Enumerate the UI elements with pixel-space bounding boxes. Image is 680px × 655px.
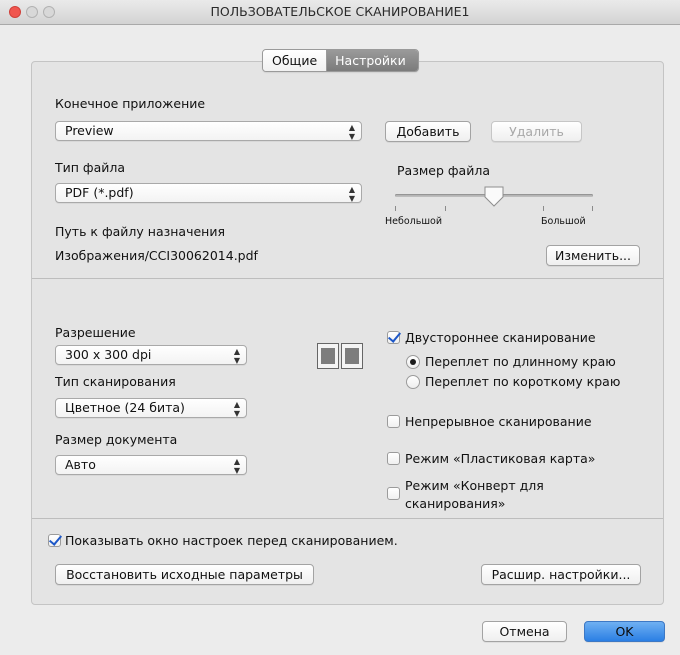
change-path-button[interactable]: Изменить... [546,245,640,266]
file-type-label: Тип файла [55,160,126,175]
duplex-label: Двустороннее сканирование [405,330,596,345]
show-settings-label: Показывать окно настроек перед сканирова… [65,533,398,548]
tab-general[interactable]: Общие [263,50,328,71]
scan-type-value: Цветное (24 бита) [65,400,185,415]
section-divider [32,518,663,519]
popup-arrows-icon: ▲ ▼ [233,457,240,475]
show-settings-checkbox[interactable] [48,534,61,547]
scan-type-popup[interactable]: Цветное (24 бита) ▲ ▼ [55,398,247,418]
slider-tick [395,206,396,211]
slider-tick [445,206,446,211]
envelope-checkbox[interactable] [387,487,400,500]
duplex-page-right-icon [341,343,363,369]
doc-size-popup[interactable]: Авто ▲ ▼ [55,455,247,475]
duplex-page-left-icon [317,343,339,369]
target-app-value: Preview [65,123,114,138]
envelope-label-line1: Режим «Конверт для [405,478,544,493]
tab-bar: Общие Настройки [262,49,419,72]
target-app-label: Конечное приложение [55,96,206,111]
title-bar: ПОЛЬЗОВАТЕЛЬСКОЕ СКАНИРОВАНИЕ1 [0,0,680,25]
envelope-label-line2: сканирования» [405,496,506,511]
advanced-settings-button[interactable]: Расшир. настройки... [481,564,641,585]
window-title: ПОЛЬЗОВАТЕЛЬСКОЕ СКАНИРОВАНИЕ1 [210,4,470,19]
cancel-button[interactable]: Отмена [482,621,567,642]
tab-settings[interactable]: Настройки [327,50,418,71]
section-divider [32,278,663,279]
slider-tick [543,206,544,211]
long-edge-label: Переплет по длинному краю [425,354,616,369]
file-size-thumb[interactable] [483,185,505,209]
doc-size-value: Авто [65,457,96,472]
long-edge-radio[interactable] [406,355,420,369]
short-edge-radio[interactable] [406,375,420,389]
file-size-min-label: Небольшой [385,216,443,227]
doc-size-label: Размер документа [55,432,178,447]
target-app-popup[interactable]: Preview ▲ ▼ [55,121,362,141]
dest-path-label: Путь к файлу назначения [55,224,225,239]
remove-app-button[interactable]: Удалить [491,121,582,142]
dest-path-value: Изображения/CCI30062014.pdf [55,248,258,263]
add-app-button[interactable]: Добавить [385,121,471,142]
restore-defaults-button[interactable]: Восстановить исходные параметры [55,564,314,585]
slider-tick [592,206,593,211]
file-size-label: Размер файла [397,163,490,178]
resolution-popup[interactable]: 300 x 300 dpi ▲ ▼ [55,345,247,365]
file-type-value: PDF (*.pdf) [65,185,134,200]
popup-arrows-icon: ▲ ▼ [348,123,355,141]
plastic-card-label: Режим «Пластиковая карта» [405,451,596,466]
continuous-scan-label: Непрерывное сканирование [405,414,592,429]
dialog-window: ПОЛЬЗОВАТЕЛЬСКОЕ СКАНИРОВАНИЕ1 Общие Нас… [0,0,680,655]
resolution-value: 300 x 300 dpi [65,347,152,362]
file-type-popup[interactable]: PDF (*.pdf) ▲ ▼ [55,183,362,203]
ok-button[interactable]: OK [584,621,665,642]
continuous-scan-checkbox[interactable] [387,415,400,428]
resolution-label: Разрешение [55,325,136,340]
file-size-max-label: Большой [541,216,586,227]
popup-arrows-icon: ▲ ▼ [233,400,240,418]
scan-type-label: Тип сканирования [55,374,176,389]
duplex-checkbox[interactable] [387,331,400,344]
popup-arrows-icon: ▲ ▼ [348,185,355,203]
plastic-card-checkbox[interactable] [387,452,400,465]
short-edge-label: Переплет по короткому краю [425,374,621,389]
popup-arrows-icon: ▲ ▼ [233,347,240,365]
